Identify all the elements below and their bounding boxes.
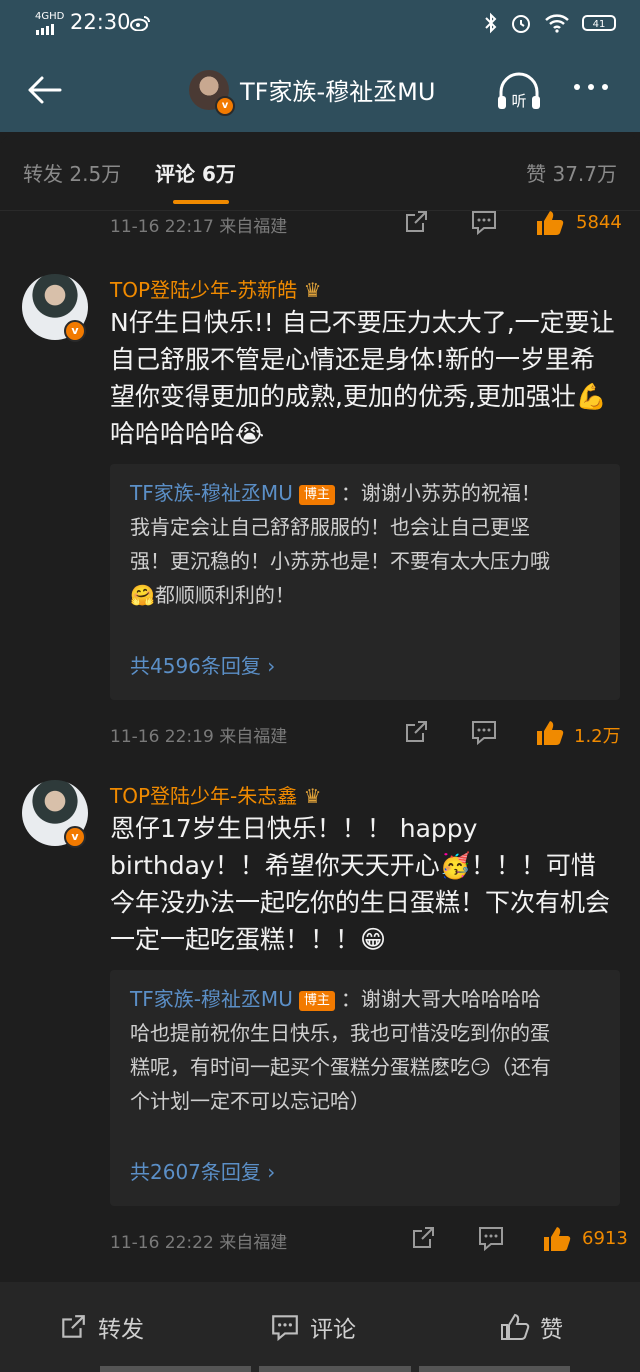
like-icon[interactable] xyxy=(542,1225,572,1253)
comment-icon[interactable] xyxy=(477,1225,505,1251)
comment-item: v TOP登陆少年-苏新皓 ♛ N仔生日快乐!! 自己不要压力太大了,一定要让自… xyxy=(0,272,640,752)
alarm-icon xyxy=(512,15,530,33)
battery-icon: 41 xyxy=(582,15,616,31)
share-icon[interactable] xyxy=(403,209,429,235)
gesture-bar xyxy=(100,1366,570,1372)
reply-text: TF家族-穆祉丞MU 博主 ：谢谢小苏苏的祝福！我肯定会让自己舒舒服服的！也会让自己… xyxy=(130,481,550,607)
comment-time: 11-16 22:22 来自福建 xyxy=(110,1233,288,1253)
comment-time: 11-16 22:17 来自福建 xyxy=(110,217,288,237)
comment-text: 恩仔17岁生日快乐！！！ happy birthday！！希望你天天开心🥳！！！… xyxy=(110,814,611,954)
like-count: 6913 xyxy=(582,1228,628,1249)
like-count: 1.2万 xyxy=(574,726,621,747)
comment-meta-row: 11-16 22:22 来自福建 6913 xyxy=(0,1225,640,1255)
tab-comments[interactable]: 评论 6万 xyxy=(155,158,236,187)
repost-label: 转发 xyxy=(98,1317,144,1343)
reply-author: TF家族-穆祉丞MU xyxy=(130,481,293,505)
verified-badge-icon: v xyxy=(215,96,235,116)
repost-button[interactable]: 转发 xyxy=(58,1310,144,1344)
tab-likes[interactable]: 赞 37.7万 xyxy=(526,158,617,187)
share-icon xyxy=(62,1315,85,1338)
wifi-icon xyxy=(545,14,569,33)
listen-label: 听 xyxy=(511,92,526,110)
comment-label: 评论 xyxy=(310,1317,356,1343)
tab-bar: 转发 2.5万 评论 6万 赞 37.7万 xyxy=(0,132,640,211)
status-time: 22:30 xyxy=(70,10,131,34)
comment-meta-row: 11-16 22:19 来自福建 1.2万 xyxy=(0,719,640,749)
view-replies-link[interactable]: 共4596条回复 › xyxy=(130,650,275,679)
verified-badge-icon: v xyxy=(64,320,86,342)
share-icon[interactable] xyxy=(410,1225,436,1251)
author-badge: 博主 xyxy=(298,991,335,1011)
comment-meta-row: 11-16 22:17 来自福建 5844 xyxy=(0,209,640,239)
thumbs-up-icon xyxy=(501,1313,530,1340)
comment-icon[interactable] xyxy=(470,719,498,745)
reply-author: TF家族-穆祉丞MU xyxy=(130,987,293,1011)
like-icon[interactable] xyxy=(535,209,565,237)
top-bar: 4GHD 22:30 41 v TF家族-穆祉丞MU 听 xyxy=(0,0,640,132)
crown-icon: ♛ xyxy=(303,278,322,302)
weibo-icon xyxy=(130,16,150,31)
comment-button[interactable]: 评论 xyxy=(270,1310,356,1344)
verified-badge-icon: v xyxy=(64,826,86,848)
network-type: 4GHD xyxy=(35,11,65,22)
like-count: 5844 xyxy=(576,212,622,233)
reply-box[interactable]: TF家族-穆祉丞MU 博主 ：谢谢小苏苏的祝福！我肯定会让自己舒舒服服的！也会让自己… xyxy=(110,464,620,700)
like-button[interactable]: 赞 xyxy=(500,1310,563,1344)
comment-item: v TOP登陆少年-朱志鑫 ♛ 恩仔17岁生日快乐！！！ happy birth… xyxy=(0,778,640,1258)
status-right: 41 xyxy=(484,12,616,34)
comment-time: 11-16 22:19 来自福建 xyxy=(110,727,288,747)
status-bar: 4GHD 22:30 41 xyxy=(0,0,640,50)
like-icon[interactable] xyxy=(535,719,565,747)
like-label: 赞 xyxy=(540,1317,563,1343)
share-icon[interactable] xyxy=(403,719,429,745)
header: v TF家族-穆祉丞MU 听 xyxy=(0,58,640,122)
comment-text: N仔生日快乐!! 自己不要压力太大了,一定要让自己舒服不管是心情还是身体!新的一… xyxy=(110,308,615,448)
comments-panel: 转发 2.5万 评论 6万 赞 37.7万 11-16 22:17 来自福建 5… xyxy=(0,132,640,1372)
bluetooth-icon xyxy=(485,12,497,34)
tab-repost[interactable]: 转发 2.5万 xyxy=(23,158,121,187)
author-badge: 博主 xyxy=(298,485,335,505)
view-replies-link[interactable]: 共2607条回复 › xyxy=(130,1156,275,1185)
more-options-icon[interactable] xyxy=(574,84,608,90)
bottom-action-bar: 转发 评论 赞 xyxy=(0,1282,640,1372)
comment-icon[interactable] xyxy=(470,209,498,235)
signal-icon xyxy=(36,24,54,35)
comment-icon xyxy=(272,1315,298,1341)
reply-text: TF家族-穆祉丞MU 博主 ：谢谢大哥大哈哈哈哈哈也提前祝你生日快乐，我也可惜没吃到… xyxy=(130,987,551,1113)
reply-box[interactable]: TF家族-穆祉丞MU 博主 ：谢谢大哥大哈哈哈哈哈也提前祝你生日快乐，我也可惜没吃到… xyxy=(110,970,620,1206)
back-arrow-icon[interactable] xyxy=(24,70,64,110)
headphones-icon[interactable]: 听 xyxy=(495,72,543,112)
page-title[interactable]: TF家族-穆祉丞MU xyxy=(240,72,435,107)
tab-active-indicator xyxy=(173,200,229,204)
crown-icon: ♛ xyxy=(303,784,322,808)
commenter-name[interactable]: TOP登陆少年-朱志鑫 ♛ xyxy=(110,780,322,809)
commenter-name[interactable]: TOP登陆少年-苏新皓 ♛ xyxy=(110,274,322,303)
